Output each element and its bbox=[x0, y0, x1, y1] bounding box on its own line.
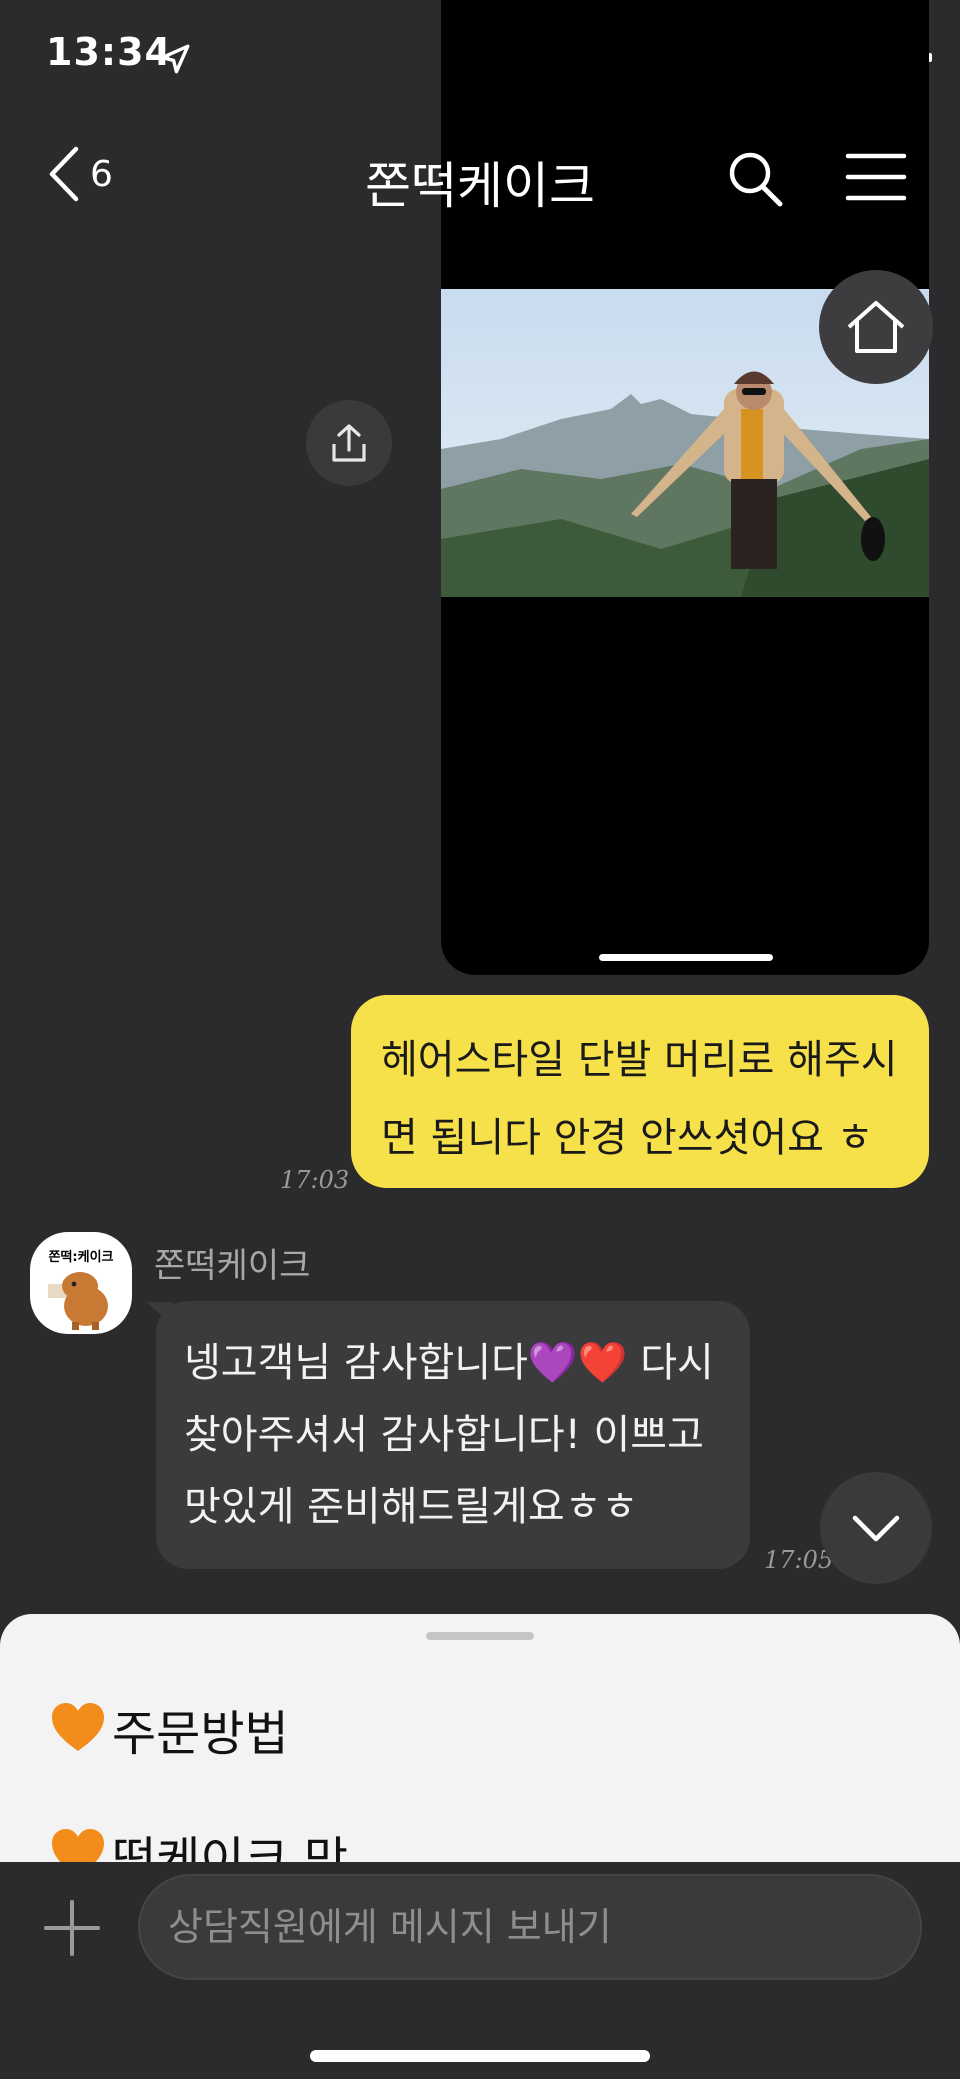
home-button[interactable] bbox=[819, 270, 933, 384]
chevron-down-icon bbox=[852, 1515, 900, 1542]
home-icon bbox=[847, 301, 905, 353]
plus-icon[interactable] bbox=[44, 1900, 100, 1956]
orange-heart-icon bbox=[52, 1829, 104, 1864]
menu-item-label: 주문방법 bbox=[112, 1706, 289, 1762]
share-button[interactable] bbox=[306, 400, 392, 486]
share-icon bbox=[332, 424, 366, 462]
menu-item-cake-flavor[interactable]: 떡케이크 맛 bbox=[50, 1820, 348, 1864]
scroll-to-bottom-button[interactable] bbox=[820, 1472, 932, 1584]
home-indicator bbox=[310, 2050, 650, 2062]
avatar[interactable]: 쫀떡:케이크 bbox=[30, 1232, 132, 1334]
message-time: 17:03 bbox=[280, 1166, 350, 1194]
chat-title: 쫀떡케이크 bbox=[365, 157, 595, 215]
capybara-logo-icon bbox=[48, 1272, 108, 1330]
menu-item-label: 떡케이크 맛 bbox=[112, 1832, 349, 1864]
message-line: 넹고객님 감사합니다💜❤️ 다시 bbox=[184, 1340, 714, 1386]
message-line: 찾아주셔서 감사합니다! 이쁘고 bbox=[184, 1412, 704, 1458]
message-line: 맛있게 준비해드릴게요ㅎㅎ bbox=[184, 1484, 639, 1530]
message-time: 17:05 bbox=[764, 1546, 834, 1574]
message-line: 면 됩니다 안경 안쓰셧어요 ㅎ bbox=[381, 1115, 874, 1161]
menu-icon[interactable] bbox=[844, 150, 908, 204]
their-message-bubble[interactable]: 넹고객님 감사합니다💜❤️ 다시 찾아주셔서 감사합니다! 이쁘고 맛있게 준비… bbox=[156, 1301, 750, 1569]
message-input-bar bbox=[0, 1862, 960, 2079]
orange-heart-icon bbox=[52, 1703, 104, 1751]
search-icon[interactable] bbox=[728, 150, 784, 208]
location-arrow-icon bbox=[160, 44, 190, 74]
message-input[interactable] bbox=[138, 1874, 922, 1980]
home-bar bbox=[599, 954, 773, 961]
sheet-handle[interactable] bbox=[426, 1632, 534, 1640]
my-message-bubble[interactable]: 헤어스타일 단발 머리로 해주시 면 됩니다 안경 안쓰셧어요 ㅎ bbox=[351, 995, 929, 1188]
quick-menu-sheet[interactable]: 주문방법 떡케이크 맛 bbox=[0, 1614, 960, 1864]
message-line: 헤어스타일 단발 머리로 해주시 bbox=[381, 1037, 898, 1083]
menu-item-order-method[interactable]: 주문방법 bbox=[50, 1694, 289, 1764]
status-time: 13:34 bbox=[46, 30, 172, 74]
avatar-label: 쫀떡:케이크 bbox=[48, 1250, 114, 1265]
sender-name: 쫀떡케이크 bbox=[154, 1246, 311, 1286]
